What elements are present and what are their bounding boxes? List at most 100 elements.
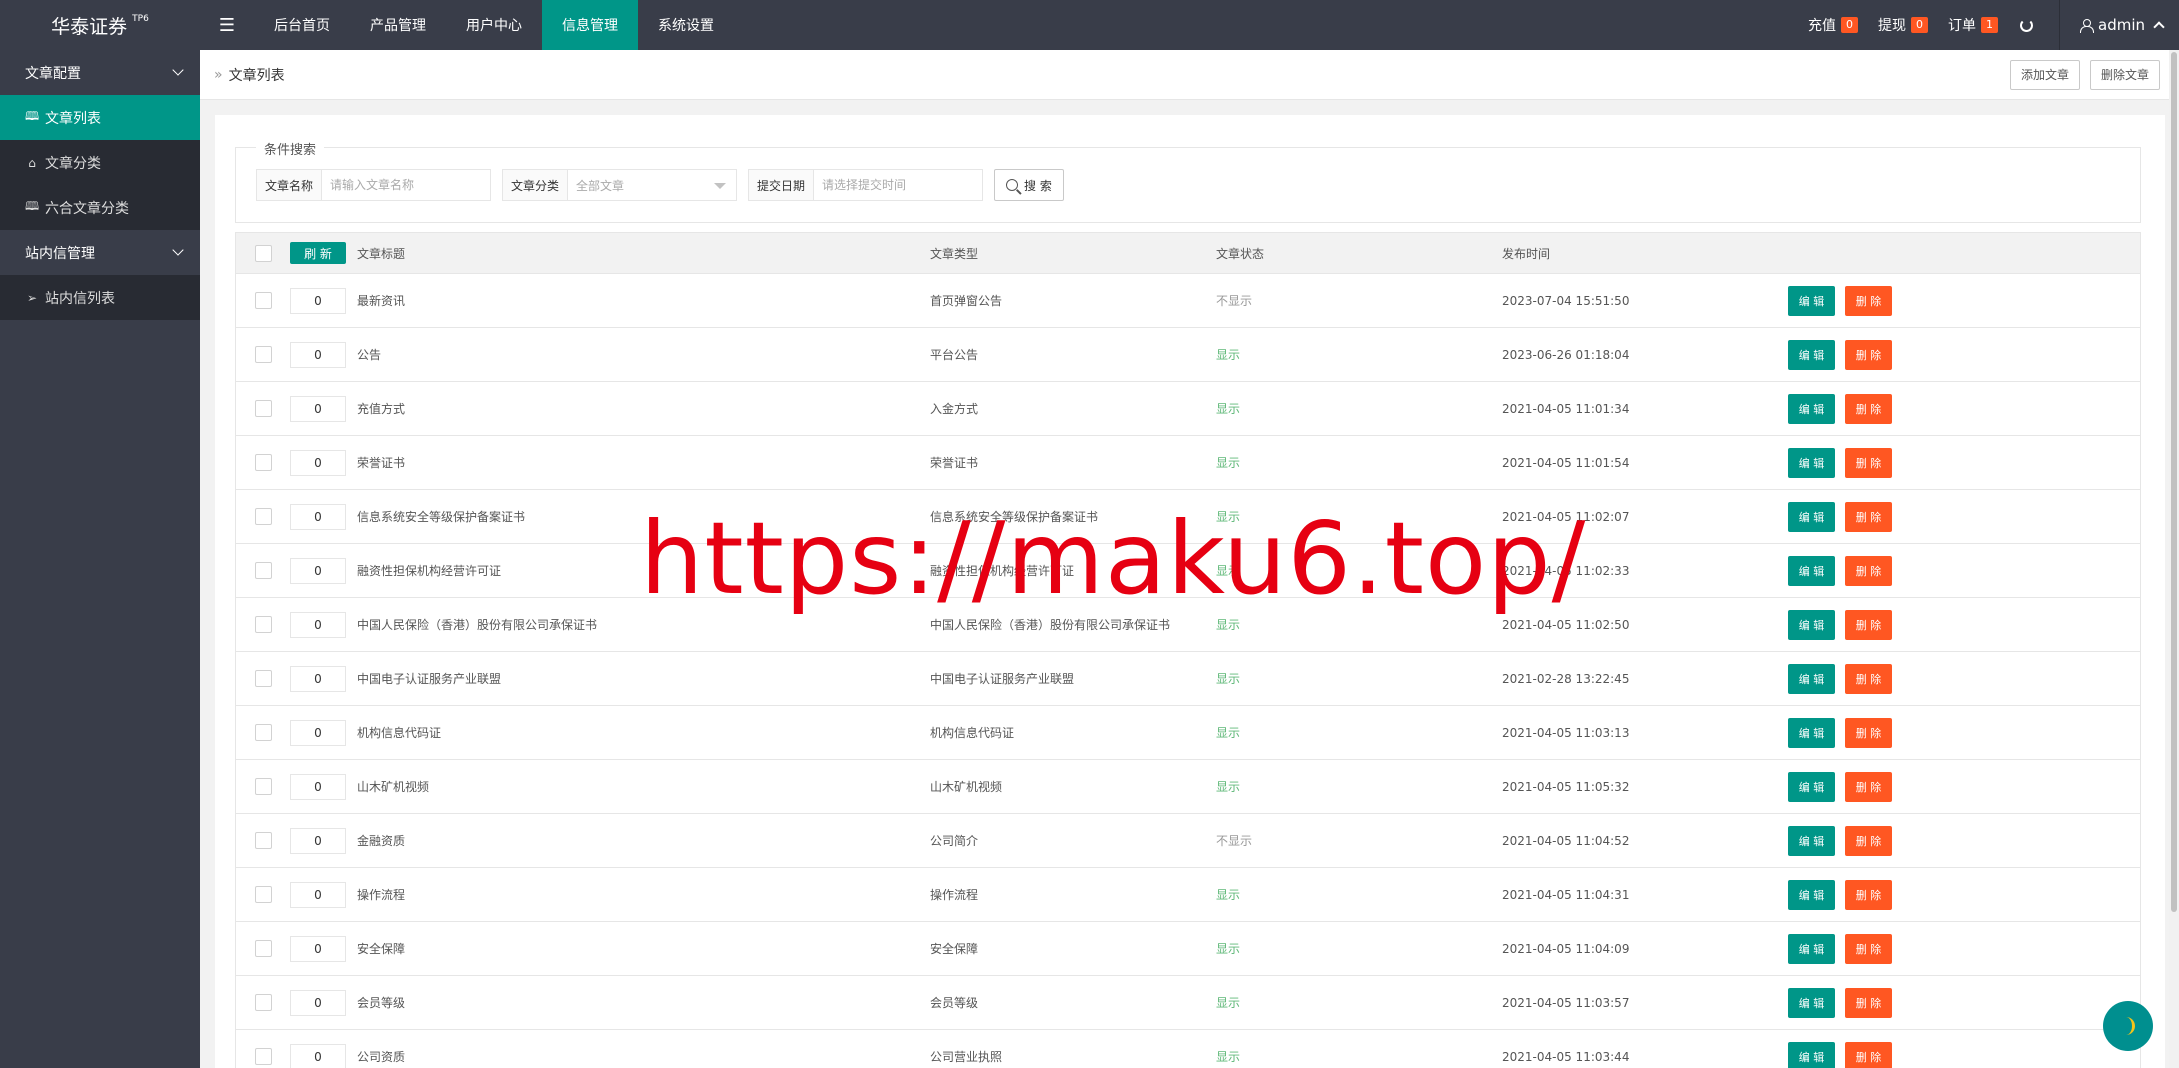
floating-help-button[interactable] — [2103, 1001, 2153, 1051]
row-checkbox[interactable] — [254, 454, 272, 471]
row-checkbox[interactable] — [254, 940, 272, 957]
delete-button[interactable]: 删 除 — [1845, 555, 1892, 586]
edit-button[interactable]: 编 辑 — [1788, 285, 1835, 316]
withdraw-label: 提现 — [1878, 18, 1906, 34]
sort-order-input[interactable] — [290, 503, 346, 530]
delete-button[interactable]: 删 除 — [1845, 285, 1892, 316]
sort-order-input[interactable] — [290, 341, 346, 368]
delete-button[interactable]: 删 除 — [1845, 825, 1892, 856]
article-name-input[interactable] — [322, 170, 491, 200]
sort-order-input[interactable] — [290, 827, 346, 854]
nav-item-0[interactable]: 后台首页 — [254, 0, 350, 50]
withdraw-link[interactable]: 提现 0 — [1878, 15, 1928, 35]
row-checkbox[interactable] — [254, 562, 272, 579]
sidebar-item-0-0[interactable]: 🕮 文章列表 — [0, 95, 200, 140]
row-title: 充值方式 — [357, 402, 406, 416]
sort-order-input[interactable] — [290, 989, 346, 1016]
delete-button[interactable]: 删 除 — [1845, 339, 1892, 370]
edit-button[interactable]: 编 辑 — [1788, 609, 1835, 640]
row-checkbox[interactable] — [254, 994, 272, 1011]
delete-button[interactable]: 删 除 — [1845, 447, 1892, 478]
row-checkbox[interactable] — [254, 292, 272, 309]
sort-order-input[interactable] — [290, 287, 346, 314]
sort-order-input[interactable] — [290, 557, 346, 584]
edit-button[interactable]: 编 辑 — [1788, 771, 1835, 802]
nav-item-3[interactable]: 信息管理 — [542, 0, 638, 50]
delete-button[interactable]: 删 除 — [1845, 393, 1892, 424]
nav-item-4[interactable]: 系统设置 — [638, 0, 734, 50]
sidebar-item-1-0[interactable]: ➢ 站内信列表 — [0, 275, 200, 320]
edit-button[interactable]: 编 辑 — [1788, 717, 1835, 748]
row-checkbox[interactable] — [254, 1048, 272, 1065]
edit-button[interactable]: 编 辑 — [1788, 1041, 1835, 1068]
delete-button[interactable]: 删 除 — [1845, 717, 1892, 748]
sort-order-input[interactable] — [290, 395, 346, 422]
brand-logo[interactable]: 华泰证券 TP6 — [0, 0, 200, 50]
sidebar-group-0[interactable]: 文章配置 — [0, 50, 200, 95]
edit-button[interactable]: 编 辑 — [1788, 825, 1835, 856]
edit-button[interactable]: 编 辑 — [1788, 339, 1835, 370]
nav-item-2[interactable]: 用户中心 — [446, 0, 542, 50]
scroll-thumb[interactable] — [2171, 52, 2177, 912]
delete-button[interactable]: 删 除 — [1845, 771, 1892, 802]
delete-button[interactable]: 删 除 — [1845, 501, 1892, 532]
edit-button[interactable]: 编 辑 — [1788, 447, 1835, 478]
submit-date-input[interactable] — [814, 170, 983, 200]
add-article-button[interactable]: 添加文章 — [2009, 59, 2080, 90]
sort-order-input[interactable] — [290, 935, 346, 962]
sidebar-item-0-2[interactable]: 🕮 六合文章分类 — [0, 185, 200, 230]
row-type: 信息系统安全等级保护备案证书 — [930, 510, 1099, 524]
row-time: 2021-04-05 11:03:44 — [1502, 1049, 1630, 1064]
edit-button[interactable]: 编 辑 — [1788, 933, 1835, 964]
row-checkbox[interactable] — [254, 886, 272, 903]
edit-button[interactable]: 编 辑 — [1788, 663, 1835, 694]
divider — [2059, 0, 2060, 50]
row-checkbox[interactable] — [254, 832, 272, 849]
edit-button[interactable]: 编 辑 — [1788, 555, 1835, 586]
delete-button[interactable]: 删 除 — [1845, 879, 1892, 910]
row-checkbox[interactable] — [254, 670, 272, 687]
edit-button[interactable]: 编 辑 — [1788, 393, 1835, 424]
refresh-sort-button[interactable]: 刷 新 — [290, 242, 346, 264]
row-checkbox[interactable] — [254, 400, 272, 417]
delete-button[interactable]: 删 除 — [1845, 987, 1892, 1018]
delete-button[interactable]: 删 除 — [1845, 933, 1892, 964]
article-table: 刷 新 文章标题 文章类型 文章状态 发布时间 最新资讯首页弹窗公告不显示202… — [235, 232, 2141, 1068]
row-checkbox[interactable] — [254, 778, 272, 795]
sidebar-group-1[interactable]: 站内信管理 — [0, 230, 200, 275]
sort-order-input[interactable] — [290, 449, 346, 476]
edit-button[interactable]: 编 辑 — [1788, 501, 1835, 532]
username: admin — [2098, 16, 2145, 34]
delete-article-button[interactable]: 删除文章 — [2089, 59, 2160, 90]
sort-order-input[interactable] — [290, 719, 346, 746]
category-select[interactable]: 全部文章 — [568, 170, 736, 200]
sort-order-input[interactable] — [290, 773, 346, 800]
row-checkbox[interactable] — [254, 346, 272, 363]
order-link[interactable]: 订单 1 — [1948, 15, 1998, 35]
table-row: 操作流程 操作流程 显示 2021-04-05 11:04:31 编 辑删 除 — [235, 868, 2141, 922]
row-checkbox[interactable] — [254, 616, 272, 633]
recharge-link[interactable]: 充值 0 — [1808, 15, 1858, 35]
delete-button[interactable]: 删 除 — [1845, 1041, 1892, 1068]
sort-order-input[interactable] — [290, 611, 346, 638]
refresh-icon[interactable] — [2020, 18, 2033, 32]
select-all-checkbox[interactable] — [254, 244, 272, 262]
user-menu[interactable]: admin — [2080, 16, 2165, 34]
sidebar-item-0-1[interactable]: ⌂ 文章分类 — [0, 140, 200, 185]
menu-toggle-icon[interactable]: ☰ — [200, 0, 254, 50]
row-checkbox[interactable] — [254, 508, 272, 525]
breadcrumb-current[interactable]: 文章列表 — [229, 65, 285, 85]
delete-button[interactable]: 删 除 — [1845, 663, 1892, 694]
search-button[interactable]: 搜 索 — [994, 169, 1064, 201]
sort-order-input[interactable] — [290, 881, 346, 908]
edit-button[interactable]: 编 辑 — [1788, 879, 1835, 910]
page-scrollbar[interactable] — [2169, 50, 2179, 1068]
nav-item-1[interactable]: 产品管理 — [350, 0, 446, 50]
delete-button[interactable]: 删 除 — [1845, 609, 1892, 640]
sort-order-input[interactable] — [290, 1043, 346, 1068]
edit-button[interactable]: 编 辑 — [1788, 987, 1835, 1018]
main-panel: 条件搜索 文章名称 文章分类 全部文章 提交日期 搜 索 — [215, 115, 2165, 1068]
row-actions: 编 辑删 除 — [1788, 1041, 1892, 1068]
sort-order-input[interactable] — [290, 665, 346, 692]
row-checkbox[interactable] — [254, 724, 272, 741]
